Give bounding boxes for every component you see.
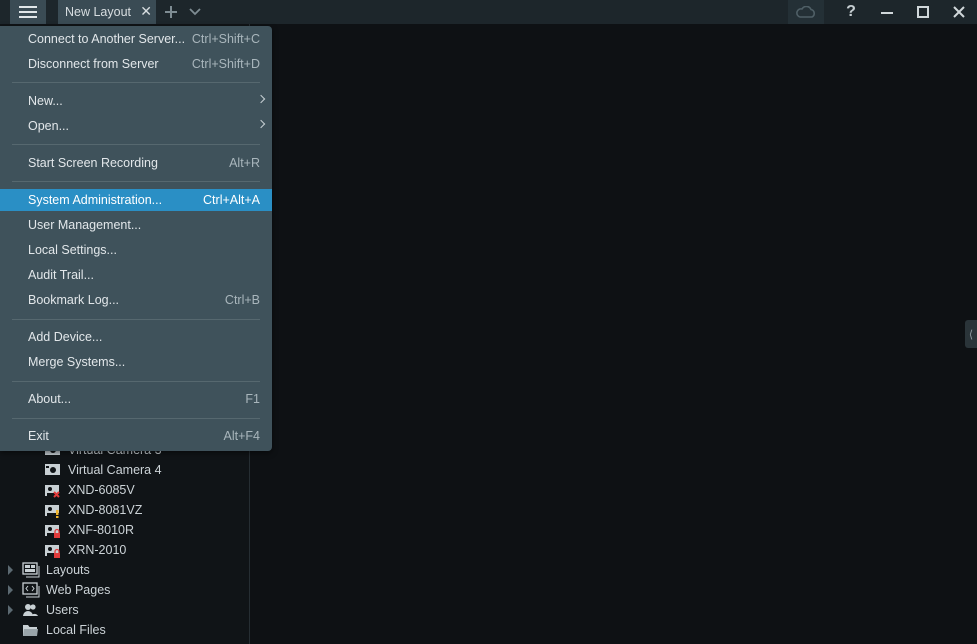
menu-item[interactable]: Bookmark Log... Ctrl+B (0, 289, 272, 311)
users-icon (23, 604, 38, 616)
menu-item[interactable]: Connect to Another Server... Ctrl+Shift+C (0, 28, 272, 50)
virtual-camera-icon (45, 464, 60, 475)
tree-item[interactable]: XND-8081VZ (44, 500, 142, 520)
menu-item-label: System Administration... (28, 193, 163, 207)
submenu-arrow-icon (256, 119, 266, 129)
tab-new-layout[interactable]: New Layout ✕ (58, 0, 156, 24)
tree-item-label: Users (46, 603, 79, 617)
menu-item-label: About... (28, 392, 72, 406)
cloud-icon (796, 6, 815, 18)
chevron-left-icon: ⟨ (968, 328, 974, 341)
expand-arrow-icon[interactable] (8, 585, 13, 595)
tree-item[interactable]: Virtual Camera 4 (44, 460, 162, 480)
close-icon (953, 6, 965, 18)
tree-item-label: XNF-8010R (68, 523, 134, 537)
menu-item[interactable]: System Administration... Ctrl+Alt+A (0, 189, 272, 211)
menu-item-label: Merge Systems... (28, 355, 126, 369)
tree-item-label: XRN-2010 (68, 543, 127, 557)
cloud-button[interactable] (788, 0, 824, 24)
tree-item[interactable]: XNF-8010R (44, 520, 134, 540)
menu-separator (12, 82, 260, 83)
camera-unauthorized-icon (45, 545, 60, 558)
menu-separator (12, 418, 260, 419)
maximize-icon (917, 6, 929, 18)
menu-item-label: Open... (28, 119, 69, 133)
menu-item-shortcut: Alt+R (229, 156, 260, 170)
menu-item[interactable]: Audit Trail... (0, 264, 272, 286)
menu-item-label: Start Screen Recording (28, 156, 158, 170)
menu-separator (12, 319, 260, 320)
menu-separator (12, 181, 260, 182)
menu-item[interactable]: Merge Systems... (0, 351, 272, 373)
menu-item[interactable]: Disconnect from Server Ctrl+Shift+D (0, 53, 272, 75)
plus-icon (165, 6, 177, 18)
maximize-button[interactable] (912, 0, 934, 24)
menu-item-shortcut: F1 (245, 392, 260, 406)
menu-item-shortcut: Ctrl+Alt+A (203, 193, 260, 207)
chevron-down-icon (189, 8, 201, 16)
submenu-arrow-icon (256, 94, 266, 104)
menu-separator (12, 144, 260, 145)
tree-item-label: XND-8081VZ (68, 503, 143, 517)
menu-item-shortcut: Ctrl+B (224, 293, 260, 307)
title-bar: New Layout ✕ ? (0, 0, 977, 24)
menu-item-shortcut: Ctrl+Shift+C (191, 32, 260, 46)
tab-list-button[interactable] (186, 0, 204, 24)
menu-item-label: User Management... (28, 218, 142, 232)
menu-item-label: Add Device... (28, 330, 103, 344)
expand-arrow-icon[interactable] (8, 565, 13, 575)
tab-label: New Layout (65, 5, 132, 19)
menu-item[interactable]: Open... (0, 115, 272, 137)
menu-item-shortcut: Alt+F4 (223, 429, 260, 443)
minimize-icon (881, 12, 893, 14)
close-tab-icon[interactable]: ✕ (140, 3, 152, 20)
menu-separator (12, 381, 260, 382)
folder-icon (23, 625, 38, 636)
menu-item-label: New... (28, 94, 63, 108)
tree-item-label: Web Pages (46, 583, 111, 597)
main-menu-button[interactable] (10, 0, 46, 24)
tree-item[interactable]: Web Pages (22, 580, 110, 600)
menu-item-label: Audit Trail... (28, 268, 94, 282)
web-pages-icon (22, 582, 40, 598)
tree-item[interactable]: Local Files (22, 620, 106, 640)
menu-item[interactable]: About... F1 (0, 388, 272, 410)
hamburger-menu-icon (19, 6, 37, 18)
menu-item-label: Local Settings... (28, 243, 117, 257)
tree-item-label: Local Files (46, 623, 106, 637)
expand-arrow-icon[interactable] (8, 605, 13, 615)
menu-item[interactable]: New... (0, 90, 272, 112)
tree-item[interactable]: Users (22, 600, 79, 620)
menu-item[interactable]: Start Screen Recording Alt+R (0, 152, 272, 174)
help-button[interactable]: ? (840, 0, 862, 24)
main-menu: Connect to Another Server... Ctrl+Shift+C… (0, 26, 272, 451)
menu-item[interactable]: User Management... (0, 214, 272, 236)
help-icon: ? (846, 3, 856, 20)
menu-item[interactable]: Exit Alt+F4 (0, 425, 272, 447)
close-window-button[interactable] (948, 0, 970, 24)
menu-item-label: Exit (28, 429, 49, 443)
menu-item[interactable]: Add Device... (0, 326, 272, 348)
minimize-button[interactable] (876, 0, 898, 24)
right-panel-toggle[interactable]: ⟨ (965, 320, 977, 348)
new-tab-button[interactable] (162, 0, 180, 24)
tree-item[interactable]: XRN-2010 (44, 540, 126, 560)
menu-item[interactable]: Local Settings... (0, 239, 272, 261)
layouts-icon (22, 562, 40, 578)
camera-warning-icon (45, 505, 59, 518)
tree-item[interactable]: XND-6085V (44, 480, 135, 500)
tree-item-label: XND-6085V (68, 483, 135, 497)
menu-item-label: Disconnect from Server (28, 57, 159, 71)
menu-item-shortcut: Ctrl+Shift+D (191, 57, 260, 71)
tree-item[interactable]: Layouts (22, 560, 90, 580)
tree-item-label: Virtual Camera 4 (68, 463, 162, 477)
camera-unauthorized-icon (45, 525, 60, 538)
tree-item-label: Layouts (46, 563, 90, 577)
camera-offline-icon (45, 485, 60, 498)
menu-item-label: Connect to Another Server... (28, 32, 186, 46)
menu-item-label: Bookmark Log... (28, 293, 120, 307)
